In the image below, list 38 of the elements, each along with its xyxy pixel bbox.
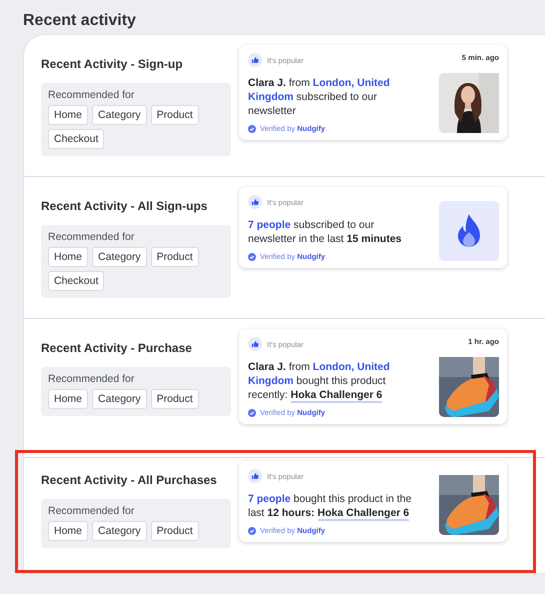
recommended-label: Recommended for bbox=[48, 505, 136, 517]
template-title: Recent Activity - All Purchases bbox=[41, 472, 218, 489]
page-tag: Home bbox=[48, 389, 88, 409]
verified-check-icon bbox=[248, 526, 256, 534]
template-title: Recent Activity - Sign-up bbox=[41, 56, 184, 73]
page-tag: Product bbox=[150, 247, 199, 267]
page-tag: Home bbox=[48, 521, 88, 541]
page-tag: Category bbox=[92, 389, 147, 409]
verified-check-icon bbox=[248, 124, 256, 132]
page-tag: Home bbox=[48, 247, 88, 267]
thumbs-up-icon bbox=[248, 195, 262, 209]
page-tag: Category bbox=[92, 521, 147, 541]
template-title: Recent Activity - Purchase bbox=[41, 340, 193, 357]
flame-icon bbox=[439, 201, 499, 261]
product-link[interactable]: Hoka Challenger 6 bbox=[290, 389, 382, 403]
page-tag: Checkout bbox=[48, 271, 104, 291]
verified-check-icon bbox=[248, 408, 256, 416]
recommended-label: Recommended for bbox=[48, 231, 136, 243]
recommended-label: Recommended for bbox=[48, 373, 136, 385]
notification-message: 7 people subscribed to our newsletter in the last 15 minutes bbox=[248, 218, 402, 246]
template-title: Recent Activity - All Sign-ups bbox=[41, 198, 208, 215]
recommended-label: Recommended for bbox=[48, 89, 136, 101]
notification-message: Clara J. from London, United Kingdom subscribed to our newsletter bbox=[248, 76, 391, 118]
verified-check-icon bbox=[248, 252, 256, 260]
section-heading: Recent activity bbox=[22, 11, 137, 31]
thumbs-up-icon bbox=[248, 53, 262, 67]
page-tag: Product bbox=[150, 521, 199, 541]
page-tag: Product bbox=[150, 389, 199, 409]
page-tag: Home bbox=[48, 105, 88, 125]
notification-message: Clara J. from London, United Kingdom bought this product recently: Hoka Challenger 6 bbox=[248, 360, 391, 402]
page-tag: Category bbox=[92, 105, 147, 125]
page-tag: Product bbox=[150, 105, 199, 125]
notification-message: 7 people bought this product in the last 12 hours: Hoka Challenger 6 bbox=[248, 492, 412, 520]
page-tag: Checkout bbox=[48, 129, 104, 149]
thumbs-up-icon bbox=[248, 469, 262, 483]
product-link[interactable]: Hoka Challenger 6 bbox=[318, 507, 410, 521]
page-tag: Category bbox=[92, 247, 147, 267]
thumbs-up-icon bbox=[248, 337, 262, 351]
